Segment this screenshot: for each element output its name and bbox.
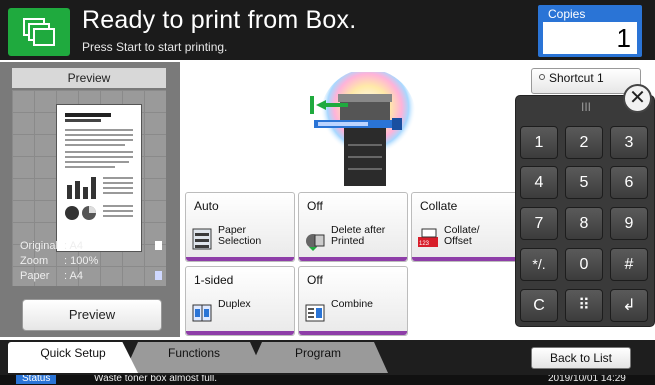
key-grid[interactable]: ⠿ bbox=[565, 289, 603, 322]
header-bar: Ready to print from Box. Press Start to … bbox=[0, 0, 655, 60]
key-enter[interactable]: ↲ bbox=[610, 289, 648, 322]
key-4[interactable]: 4 bbox=[520, 166, 558, 199]
duplex-label: Duplex bbox=[218, 298, 251, 310]
original-size-info: Original : A4 bbox=[20, 240, 83, 252]
preview-panel: Preview Original: A4 Zoom: 100% Paper … bbox=[0, 62, 180, 337]
original-label: Original bbox=[20, 240, 58, 252]
key-clear[interactable]: C bbox=[520, 289, 558, 322]
zoom-info: Zoom : 100% bbox=[20, 255, 98, 267]
paper-selection-value: Auto bbox=[194, 199, 219, 213]
status-label[interactable]: Status bbox=[16, 375, 57, 384]
key-5[interactable]: 5 bbox=[565, 166, 603, 199]
key-1[interactable]: 1 bbox=[520, 126, 558, 159]
duplex-value: 1-sided bbox=[194, 273, 234, 287]
delete-after-printed-label: Delete after Printed bbox=[331, 225, 385, 247]
delete-after-printed-button[interactable]: Off Delete after Printed bbox=[298, 192, 408, 262]
paper-value: : A4 bbox=[64, 270, 83, 282]
collate-offset-button[interactable]: Collate 123 Collate/ Offset bbox=[411, 192, 521, 262]
key-3[interactable]: 3 bbox=[610, 126, 648, 159]
combine-button[interactable]: Off Combine bbox=[298, 266, 408, 336]
copies-label: Copies bbox=[548, 7, 586, 21]
key-7[interactable]: 7 bbox=[520, 207, 558, 240]
print-from-box-icon bbox=[8, 8, 70, 56]
tile-accent-bar bbox=[186, 257, 294, 261]
key-6[interactable]: 6 bbox=[610, 166, 648, 199]
original-value: : A4 bbox=[64, 240, 83, 252]
tile-accent-bar bbox=[299, 257, 407, 261]
preview-button[interactable]: Preview bbox=[22, 299, 162, 331]
status-message: Waste toner box almost full. bbox=[94, 375, 218, 384]
key-star-dot[interactable]: */. bbox=[520, 248, 558, 281]
paper-selection-button[interactable]: Auto Paper Selection bbox=[185, 192, 295, 262]
delete-after-printed-value: Off bbox=[307, 199, 323, 213]
portrait-page-icon bbox=[155, 241, 162, 250]
printer-illustration bbox=[300, 69, 420, 192]
close-keypad-button[interactable]: ✕ bbox=[623, 84, 652, 113]
key-9[interactable]: 9 bbox=[610, 207, 648, 240]
tab-functions[interactable]: Functions bbox=[124, 342, 264, 373]
svg-text:123: 123 bbox=[419, 241, 430, 247]
zoom-label: Zoom bbox=[20, 255, 49, 267]
paper-label: Paper bbox=[20, 270, 50, 282]
shortcut-label: Shortcut 1 bbox=[549, 71, 604, 85]
status-bar: Status Waste toner box almost full. 2019… bbox=[0, 375, 655, 385]
key-8[interactable]: 8 bbox=[565, 207, 603, 240]
tile-accent-bar bbox=[412, 257, 520, 261]
tile-accent-bar bbox=[186, 331, 294, 335]
duplex-icon bbox=[192, 304, 212, 322]
delete-after-printed-icon bbox=[306, 234, 325, 251]
copies-value[interactable]: 1 bbox=[543, 22, 637, 54]
tab-quick-setup[interactable]: Quick Setup bbox=[8, 342, 138, 373]
zoom-value: : 100% bbox=[64, 255, 99, 267]
paper-selection-label-line2: Selection bbox=[218, 235, 262, 247]
delete-after-printed-label-line2: Printed bbox=[331, 235, 365, 247]
paper-selection-label: Paper Selection bbox=[218, 225, 261, 247]
back-to-list-button[interactable]: Back to List bbox=[531, 347, 631, 369]
key-hash[interactable]: # bbox=[610, 248, 648, 281]
combine-value: Off bbox=[307, 273, 323, 287]
key-0[interactable]: 0 bbox=[565, 248, 603, 281]
collate-offset-label-line2: Offset bbox=[444, 235, 472, 247]
key-2[interactable]: 2 bbox=[565, 126, 603, 159]
paper-icon bbox=[155, 271, 162, 280]
panel-screen: Ready to print from Box. Press Start to … bbox=[0, 0, 655, 385]
collate-offset-value: Collate bbox=[420, 199, 458, 213]
combine-label: Combine bbox=[331, 298, 374, 310]
page-subtitle: Press Start to start printing. bbox=[82, 40, 228, 54]
tab-program[interactable]: Program bbox=[248, 342, 388, 373]
page-title: Ready to print from Box. bbox=[82, 6, 357, 34]
status-datetime: 2019/10/01 14:29 bbox=[548, 375, 626, 384]
collate-offset-label: Collate/ Offset bbox=[444, 225, 480, 247]
duplex-button[interactable]: 1-sided Duplex bbox=[185, 266, 295, 336]
shortcut-indicator-icon bbox=[539, 74, 545, 80]
document-thumbnail bbox=[56, 104, 142, 252]
combine-icon bbox=[305, 304, 325, 322]
paper-size-info: Paper : A4 bbox=[20, 270, 83, 282]
paper-selection-icon bbox=[192, 228, 212, 250]
copies-field[interactable]: Copies 1 bbox=[538, 5, 642, 57]
preview-heading: Preview bbox=[12, 68, 166, 88]
collate-offset-icon: 123 bbox=[418, 228, 438, 247]
tile-accent-bar bbox=[299, 331, 407, 335]
settings-area: Auto Paper Selection Off Delete after Pr… bbox=[180, 62, 521, 337]
